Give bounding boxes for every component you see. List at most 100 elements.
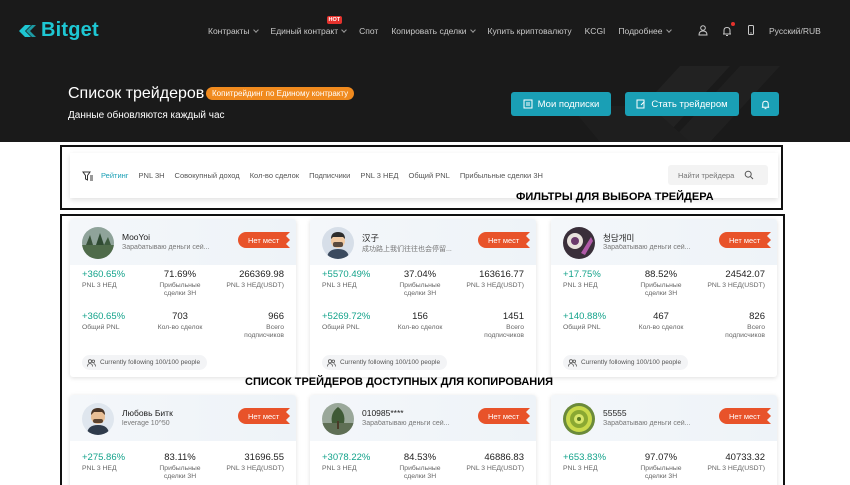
nav-item-copy-trading[interactable]: Копировать сделки — [391, 26, 476, 36]
notifications-button[interactable] — [721, 22, 735, 36]
badge-tail — [761, 408, 771, 424]
badge-tail — [280, 408, 290, 424]
nav-item-contracts[interactable]: Контракты — [208, 26, 259, 36]
stat-label: PNL 3 НЕД — [322, 281, 357, 289]
stat-pnl-usdt: 24542.07 PNL 3 НЕД(USDT) — [707, 270, 765, 290]
logo-text: Bitget — [41, 19, 99, 41]
nav-label: Копировать сделки — [391, 26, 467, 36]
my-subscriptions-button[interactable]: Мои подписки — [511, 92, 611, 116]
trader-card[interactable]: 汉子 成功路上我们往往也会停留... Нет мест +5570.49% PNL… — [310, 219, 536, 377]
stat-profitable: 84.53% Прибыльные сделки 3Н — [390, 453, 450, 482]
language-selector[interactable]: Русский/RUB — [769, 26, 821, 36]
trader-description: Зарабатываю деньги сей... — [603, 420, 691, 427]
trader-description: Зарабатываю деньги сей... — [122, 244, 210, 251]
no-places-badge: Нет мест — [719, 408, 763, 424]
people-icon — [568, 358, 577, 367]
stat-label: PNL 3 НЕД(USDT) — [466, 281, 524, 289]
search-icon[interactable] — [744, 170, 754, 180]
badge-tail — [761, 232, 771, 248]
stat-pnl-usdt: 163616.77 PNL 3 НЕД(USDT) — [466, 269, 524, 290]
stat-label: Кол-во сделок — [397, 323, 443, 331]
stat-label: Общий PNL — [563, 323, 601, 331]
stat-pnl-usdt: 31696.55 PNL 3 НЕД(USDT) — [226, 453, 284, 473]
tab-profitable-trades[interactable]: Прибыльные сделки 3Н — [460, 171, 543, 180]
no-places-badge: Нет мест — [478, 232, 522, 248]
nav-menu: Контракты Единый контракт HOT Спот Копиро… — [208, 16, 684, 36]
alerts-button[interactable] — [751, 92, 779, 116]
stat-pnl-usdt: 46886.83 PNL 3 НЕД(USDT) — [466, 452, 524, 473]
logo[interactable]: Bitget — [16, 19, 99, 42]
stat-value: +653.83% — [563, 452, 607, 463]
tab-pnl-3w[interactable]: PNL 3 НЕД — [360, 171, 398, 180]
filter-icon[interactable] — [82, 170, 94, 182]
nav-item-kcgi[interactable]: KCGI — [585, 26, 606, 36]
avatar — [82, 227, 114, 259]
avatar — [563, 403, 595, 435]
become-trader-button[interactable]: Стать трейдером — [625, 92, 739, 116]
stat-label: Прибыльные сделки 3Н — [159, 281, 201, 298]
stat-value: 97.07% — [644, 452, 678, 463]
trader-name[interactable]: Любовь Битк — [122, 408, 173, 418]
stat-value: +17.75% — [563, 269, 601, 280]
stat-value: +140.88% — [563, 311, 607, 322]
trader-name[interactable]: 청담개미 — [603, 232, 634, 244]
nav-label: Купить криптовалюту — [487, 26, 572, 36]
bell-icon — [761, 100, 769, 109]
stat-label: Прибыльные сделки 3Н — [399, 464, 441, 481]
nav-item-more[interactable]: Подробнее — [618, 26, 672, 36]
trader-card[interactable]: MooYoi Зарабатываю деньги сей... Нет мес… — [70, 219, 296, 377]
stat-trades: 703 Кол-во сделок — [150, 311, 210, 332]
chevron-down-icon — [665, 26, 672, 33]
nav-item-unified-contract[interactable]: Единый контракт HOT — [271, 16, 347, 36]
stat-value: 46886.83 — [484, 452, 524, 463]
stat-label: Кол-во сделок — [157, 323, 203, 331]
chevron-down-icon — [252, 26, 259, 33]
stat-total-pnl: +140.88% Общий PNL — [563, 311, 607, 332]
traders-annotation: СПИСОК ТРЕЙДЕРОВ ДОСТУПНЫХ ДЛЯ КОПИРОВАН… — [245, 376, 554, 388]
trader-card[interactable]: Любовь Битк leverage 10^50 Нет мест +275… — [70, 395, 296, 485]
tab-total-pnl[interactable]: Общий PNL — [408, 171, 449, 180]
tab-total-income[interactable]: Совокупный доход — [175, 171, 240, 180]
trader-description: Зарабатываю деньги сей... — [362, 420, 450, 427]
stat-label: PNL 3 НЕД(USDT) — [226, 464, 284, 472]
stat-pnl-3w: +653.83% PNL 3 НЕД — [563, 452, 607, 473]
nav-item-buy-crypto[interactable]: Купить криптовалюту — [488, 26, 572, 36]
nav-label: Контракты — [208, 26, 250, 36]
stat-pnl-3w: +360.65% PNL 3 НЕД — [82, 270, 125, 290]
trader-card[interactable]: 청담개미 Зарабатываю деньги сей... Нет мест … — [551, 219, 777, 377]
search-input[interactable] — [668, 170, 744, 180]
tab-rating[interactable]: Рейтинг — [101, 171, 129, 180]
tab-subscribers[interactable]: Подписчики — [309, 171, 350, 180]
nav-item-spot[interactable]: Спот — [359, 26, 378, 36]
stat-value: 40733.32 — [725, 452, 765, 463]
nav-label: Спот — [359, 26, 379, 36]
trader-name[interactable]: 55555 — [603, 408, 627, 418]
stat-profitable: 88.52% Прибыльные сделки 3Н — [631, 270, 691, 299]
tab-trades-count[interactable]: Кол-во сделок — [250, 171, 299, 180]
nav-icons — [697, 22, 769, 36]
nav-label: Подробнее — [618, 26, 663, 36]
stat-pnl-3w: +5570.49% PNL 3 НЕД — [322, 270, 370, 290]
stat-label: PNL 3 НЕД(USDT) — [707, 464, 765, 472]
user-icon[interactable] — [697, 24, 709, 36]
trader-card[interactable]: 55555 Зарабатываю деньги сей... Нет мест… — [551, 395, 777, 485]
stat-value: 163616.77 — [479, 269, 524, 280]
stat-label: Прибыльные сделки 3Н — [640, 464, 682, 481]
stat-label: Прибыльные сделки 3Н — [640, 281, 682, 298]
stat-label: PNL 3 НЕД — [322, 464, 357, 472]
trader-name[interactable]: 010985**** — [362, 408, 404, 418]
no-places-badge: Нет мест — [238, 408, 282, 424]
chevron-down-icon — [469, 26, 476, 33]
stat-label: PNL 3 НЕД(USDT) — [707, 281, 765, 289]
stat-label: Общий PNL — [82, 323, 120, 331]
stat-value: +3078.22% — [322, 452, 371, 463]
stat-value: 703 — [172, 311, 188, 322]
trader-name[interactable]: 汉子 — [362, 232, 379, 244]
tab-pnl-3d[interactable]: PNL 3Н — [139, 171, 165, 180]
trader-name[interactable]: MooYoi — [122, 232, 150, 242]
trader-card[interactable]: 010985**** Зарабатываю деньги сей... Нет… — [310, 395, 536, 485]
trader-description: 成功路上我们往往也会停留... — [362, 246, 452, 253]
stat-value: 1451 — [502, 311, 524, 322]
phone-icon[interactable] — [745, 24, 757, 36]
stat-value: +5269.72% — [322, 311, 371, 322]
